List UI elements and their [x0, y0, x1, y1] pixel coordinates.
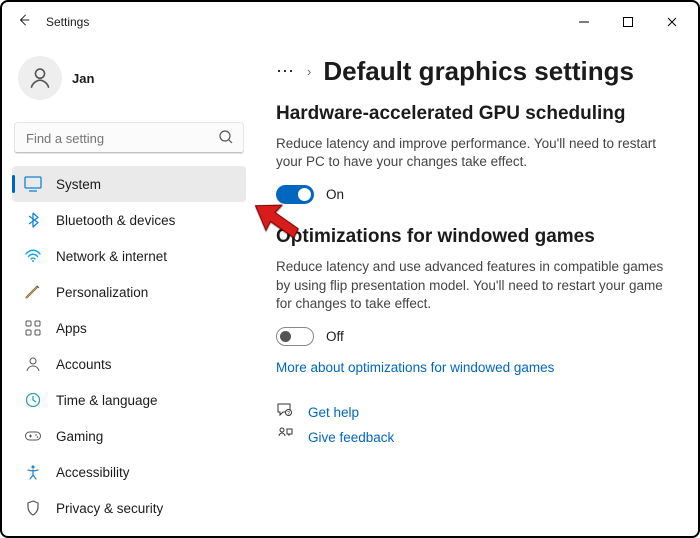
- toggle-state-label: Off: [326, 329, 344, 344]
- section-heading: Hardware-accelerated GPU scheduling: [276, 103, 678, 125]
- accessibility-icon: [24, 463, 42, 481]
- get-help-link: Get help: [308, 405, 359, 420]
- section-heading: Optimizations for windowed games: [276, 226, 678, 248]
- privacy-icon: [24, 499, 42, 517]
- sidebar-item-label: Apps: [56, 321, 87, 336]
- sidebar-item-time[interactable]: Time & language: [12, 382, 246, 418]
- avatar: [18, 56, 62, 100]
- window-title: Settings: [46, 15, 89, 29]
- section-description: Reduce latency and improve performance. …: [276, 135, 676, 171]
- sidebar-item-bluetooth[interactable]: Bluetooth & devices: [12, 202, 246, 238]
- close-button[interactable]: [650, 6, 694, 38]
- sidebar-item-gaming[interactable]: Gaming: [12, 418, 246, 454]
- accounts-icon: [24, 355, 42, 373]
- sidebar-item-personalization[interactable]: Personalization: [12, 274, 246, 310]
- sidebar-item-accessibility[interactable]: Accessibility: [12, 454, 246, 490]
- sidebar-item-accounts[interactable]: Accounts: [12, 346, 246, 382]
- sidebar-item-label: Accounts: [56, 357, 112, 372]
- sidebar-item-label: Personalization: [56, 285, 148, 300]
- minimize-button[interactable]: [562, 6, 606, 38]
- svg-text:?: ?: [287, 411, 290, 417]
- sidebar-item-system[interactable]: System: [12, 166, 246, 202]
- get-help-row[interactable]: ? Get help: [276, 401, 678, 420]
- sidebar-item-update[interactable]: Windows Update: [12, 526, 246, 536]
- bluetooth-icon: [24, 211, 42, 229]
- sidebar-item-label: Gaming: [56, 429, 103, 444]
- nav-list: System Bluetooth & devices Network & int…: [12, 166, 246, 536]
- more-about-link[interactable]: More about optimizations for windowed ga…: [276, 360, 554, 375]
- section-windowed-games: Optimizations for windowed games Reduce …: [276, 226, 678, 375]
- help-icon: ?: [276, 401, 294, 420]
- page-title: Default graphics settings: [323, 56, 634, 87]
- windowed-games-toggle[interactable]: [276, 327, 314, 346]
- sidebar-item-network[interactable]: Network & internet: [12, 238, 246, 274]
- feedback-link: Give feedback: [308, 430, 394, 445]
- sidebar-item-label: Network & internet: [56, 249, 167, 264]
- user-name: Jan: [72, 71, 94, 86]
- gaming-icon: [24, 427, 42, 445]
- user-block[interactable]: Jan: [12, 42, 246, 118]
- breadcrumb: ⋯ › Default graphics settings: [276, 56, 678, 87]
- titlebar: Settings: [2, 2, 698, 42]
- search-input[interactable]: [14, 122, 244, 154]
- sidebar-item-label: Time & language: [56, 393, 158, 408]
- sidebar-item-label: Bluetooth & devices: [56, 213, 175, 228]
- section-description: Reduce latency and use advanced features…: [276, 258, 676, 313]
- section-gpu-scheduling: Hardware-accelerated GPU scheduling Redu…: [276, 103, 678, 204]
- breadcrumb-more[interactable]: ⋯: [276, 61, 295, 82]
- sidebar-item-privacy[interactable]: Privacy & security: [12, 490, 246, 526]
- feedback-icon: [276, 426, 294, 445]
- annotation-arrow: [254, 198, 302, 238]
- sidebar-item-label: Accessibility: [56, 465, 130, 480]
- system-icon: [24, 175, 42, 193]
- maximize-button[interactable]: [606, 6, 650, 38]
- back-button[interactable]: [6, 13, 42, 31]
- chevron-right-icon: ›: [307, 64, 311, 79]
- sidebar-item-apps[interactable]: Apps: [12, 310, 246, 346]
- sidebar: Jan System Bluetooth & devices Network &…: [2, 42, 252, 536]
- apps-icon: [24, 319, 42, 337]
- main-content: ⋯ › Default graphics settings Hardware-a…: [252, 42, 698, 536]
- personalization-icon: [24, 283, 42, 301]
- search-icon: [218, 129, 234, 148]
- sidebar-item-label: System: [56, 177, 101, 192]
- time-icon: [24, 391, 42, 409]
- sidebar-item-label: Privacy & security: [56, 501, 163, 516]
- network-icon: [24, 247, 42, 265]
- toggle-state-label: On: [326, 187, 344, 202]
- update-icon: [24, 535, 42, 536]
- feedback-row[interactable]: Give feedback: [276, 426, 678, 445]
